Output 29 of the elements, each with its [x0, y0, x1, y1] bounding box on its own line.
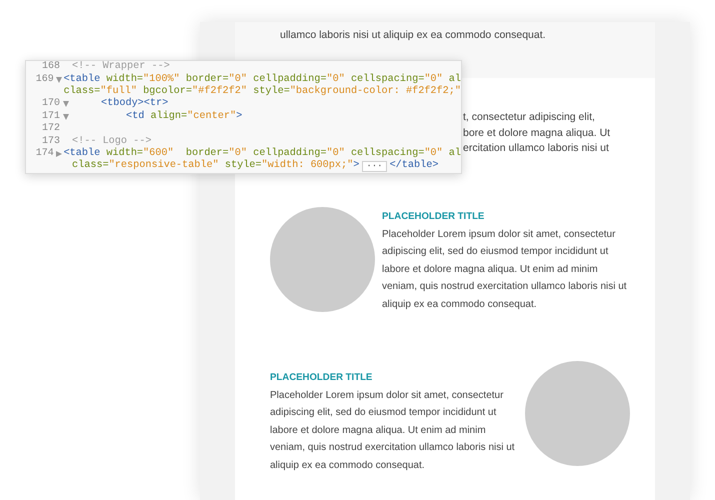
fold-caret-icon[interactable] [63, 101, 69, 108]
code-text: class="full" bgcolor="#f2f2f2" style="background-color: #f2f2f2;" [64, 86, 461, 98]
code-text: <tbody><tr> [101, 98, 168, 110]
line-number: 168 [40, 61, 60, 74]
code-text: <!-- Wrapper --> [72, 61, 170, 74]
code-text: <table width="100%" border="0" cellpadding="0" cellspacing="0" al [64, 74, 461, 86]
paragraph-text: Placeholder Lorem ipsum dolor sit amet, consectetur adipiscing elit, sed do eiusmod tempor incididunt ut labore et dolore magna aliqua. Ut enim ad minim veniam, quis nostrud exercitation ullamco laboris nisi ut aliquip ex ea commodo consequat. [382, 228, 627, 312]
expand-caret-icon[interactable] [56, 150, 62, 157]
fold-caret-icon[interactable] [56, 76, 62, 83]
code-text: <!-- Logo --> [72, 136, 152, 148]
paragraph-line: t, consectetur adipiscing elit, [463, 110, 595, 125]
line-number: 172 [40, 123, 60, 136]
line-number: 173 [40, 136, 60, 148]
code-text: <td align="center"> [126, 110, 242, 123]
section-title: PLACEHOLDER TITLE [382, 210, 484, 224]
section-title: PLACEHOLDER TITLE [270, 371, 372, 386]
line-number: 169 [34, 74, 54, 86]
paragraph-line: ercitation ullamco laboris nisi ut [463, 141, 609, 156]
paragraph-text: ullamco laboris nisi ut aliquip ex ea commodo consequat. [280, 28, 547, 43]
line-number: 171 [40, 110, 60, 123]
line-number: 170 [40, 98, 60, 110]
code-text: </table> [390, 160, 438, 172]
expand-button[interactable]: ··· [362, 160, 387, 172]
paragraph-line: bore et dolore magna aliqua. Ut [463, 126, 610, 140]
code-text: <table width="600" border="0" cellpadding="0" cellspacing="0" al [64, 148, 461, 160]
paragraph-text: Placeholder Lorem ipsum dolor sit amet, consectetur adipiscing elit, sed do eiusmod tempor incididunt ut labore et dolore magna aliqua. Ut enim ad minim veniam, quis nostrud exercitation ullamco laboris nisi ut aliquip ex ea commodo consequat. [270, 389, 515, 473]
fold-caret-icon[interactable] [63, 114, 69, 120]
line-number: 174 [34, 148, 54, 160]
code-text: class="responsive-table" style="width: 600px;"> [72, 160, 360, 172]
